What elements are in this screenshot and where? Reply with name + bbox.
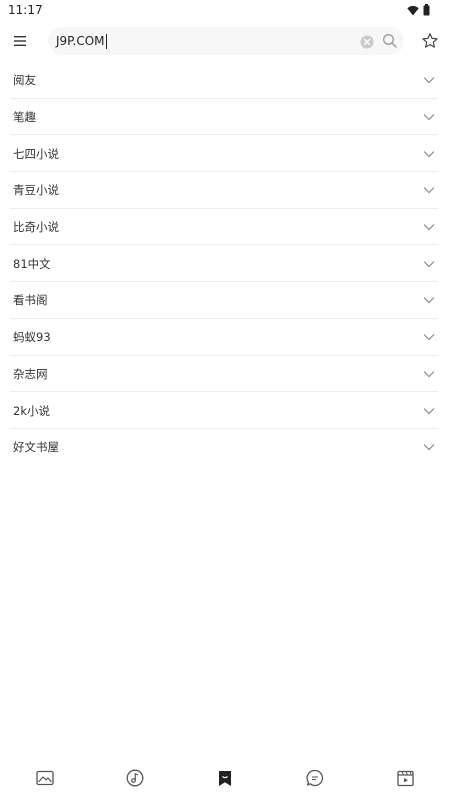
list-item[interactable]: 阅友 xyxy=(0,62,450,99)
chat-icon xyxy=(306,769,324,787)
list-item-label: 2k小说 xyxy=(13,403,50,418)
site-list: 阅友 笔趣 七四小说 青豆小说 比奇小说 81中文 看书阁 蚂蚁93 杂志网 2… xyxy=(0,62,450,466)
status-time: 11:17 xyxy=(8,3,43,17)
search-input-value: J9P.COM xyxy=(56,34,105,48)
nav-video-button[interactable] xyxy=(394,767,416,789)
list-item[interactable]: 81中文 xyxy=(0,245,450,282)
chevron-down-icon xyxy=(423,224,435,231)
star-icon[interactable] xyxy=(421,32,439,50)
video-icon xyxy=(396,770,414,786)
bottom-nav xyxy=(0,760,450,800)
app-screen: 11:17 J9P.COM 阅友 笔趣 七四小说 青豆小说 比奇小说 81中文 … xyxy=(0,0,450,800)
list-item[interactable]: 青豆小说 xyxy=(0,172,450,209)
status-bar: 11:17 xyxy=(0,0,450,22)
list-item-label: 七四小说 xyxy=(13,146,59,161)
list-item[interactable]: 杂志网 xyxy=(0,356,450,393)
list-item[interactable]: 看书阁 xyxy=(0,282,450,319)
status-icons xyxy=(407,3,430,17)
list-item-label: 比奇小说 xyxy=(13,220,59,235)
list-item[interactable]: 七四小说 xyxy=(0,135,450,172)
nav-bookmark-button[interactable] xyxy=(214,767,236,789)
list-item[interactable]: 比奇小说 xyxy=(0,209,450,246)
search-icon[interactable] xyxy=(382,33,398,49)
list-item-label: 笔趣 xyxy=(13,110,36,125)
chevron-down-icon xyxy=(423,114,435,121)
list-item-label: 81中文 xyxy=(13,256,51,271)
chevron-down-icon xyxy=(423,77,435,84)
chevron-down-icon xyxy=(423,407,435,414)
chevron-down-icon xyxy=(423,444,435,451)
list-item-label: 蚂蚁93 xyxy=(13,330,51,345)
battery-icon xyxy=(423,1,430,20)
list-item[interactable]: 2k小说 xyxy=(0,392,450,429)
list-item-label: 好文书屋 xyxy=(13,440,59,455)
chevron-down-icon xyxy=(423,334,435,341)
clear-icon[interactable] xyxy=(360,34,374,49)
list-item-label: 杂志网 xyxy=(13,366,48,381)
list-item[interactable]: 好文书屋 xyxy=(0,429,450,466)
text-cursor xyxy=(105,33,107,49)
list-item[interactable]: 笔趣 xyxy=(0,99,450,136)
nav-music-button[interactable] xyxy=(124,767,146,789)
bookmark-icon xyxy=(219,770,231,786)
search-bar: J9P.COM xyxy=(48,27,404,55)
chevron-down-icon xyxy=(423,370,435,378)
list-item-label: 青豆小说 xyxy=(13,183,59,198)
nav-image-button[interactable] xyxy=(34,767,56,789)
nav-chat-button[interactable] xyxy=(304,767,326,789)
image-icon xyxy=(36,770,54,786)
list-item-label: 看书阁 xyxy=(13,293,48,308)
top-bar: J9P.COM xyxy=(0,22,450,62)
chevron-down-icon xyxy=(423,297,435,304)
list-item-label: 阅友 xyxy=(13,73,36,88)
list-item[interactable]: 蚂蚁93 xyxy=(0,319,450,356)
music-icon xyxy=(126,769,144,787)
chevron-down-icon xyxy=(423,260,435,268)
wifi-icon xyxy=(407,1,419,20)
chevron-down-icon xyxy=(423,150,435,158)
menu-icon[interactable] xyxy=(10,31,30,51)
chevron-down-icon xyxy=(423,187,435,194)
search-input[interactable]: J9P.COM xyxy=(56,31,107,51)
